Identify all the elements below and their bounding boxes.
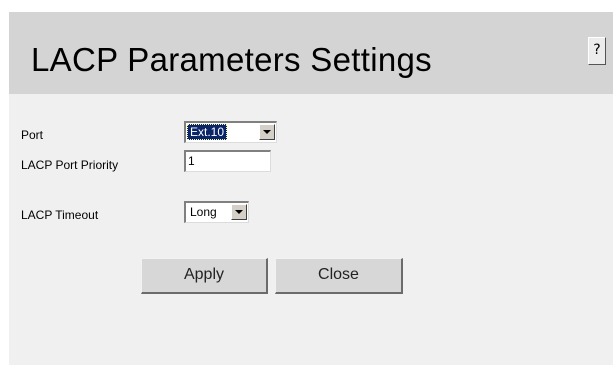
page-margin [0, 0, 9, 365]
priority-label: LACP Port Priority [21, 158, 119, 172]
timeout-label: LACP Timeout [21, 208, 99, 222]
port-label: Port [21, 128, 44, 142]
port-select[interactable]: Ext.10 [184, 121, 277, 143]
port-select-value: Ext.10 [187, 124, 228, 140]
chevron-down-icon[interactable] [231, 204, 247, 220]
chevron-down-icon[interactable] [259, 124, 275, 140]
help-button[interactable]: ? [588, 37, 606, 65]
timeout-select-value: Long [190, 205, 217, 219]
close-button[interactable]: Close [275, 258, 403, 294]
priority-input[interactable]: 1 [184, 150, 271, 172]
timeout-select[interactable]: Long [184, 201, 249, 223]
header-bar: LACP Parameters Settings [9, 12, 613, 94]
settings-panel [9, 94, 613, 365]
page-title: LACP Parameters Settings [31, 41, 432, 78]
apply-button[interactable]: Apply [141, 258, 268, 294]
